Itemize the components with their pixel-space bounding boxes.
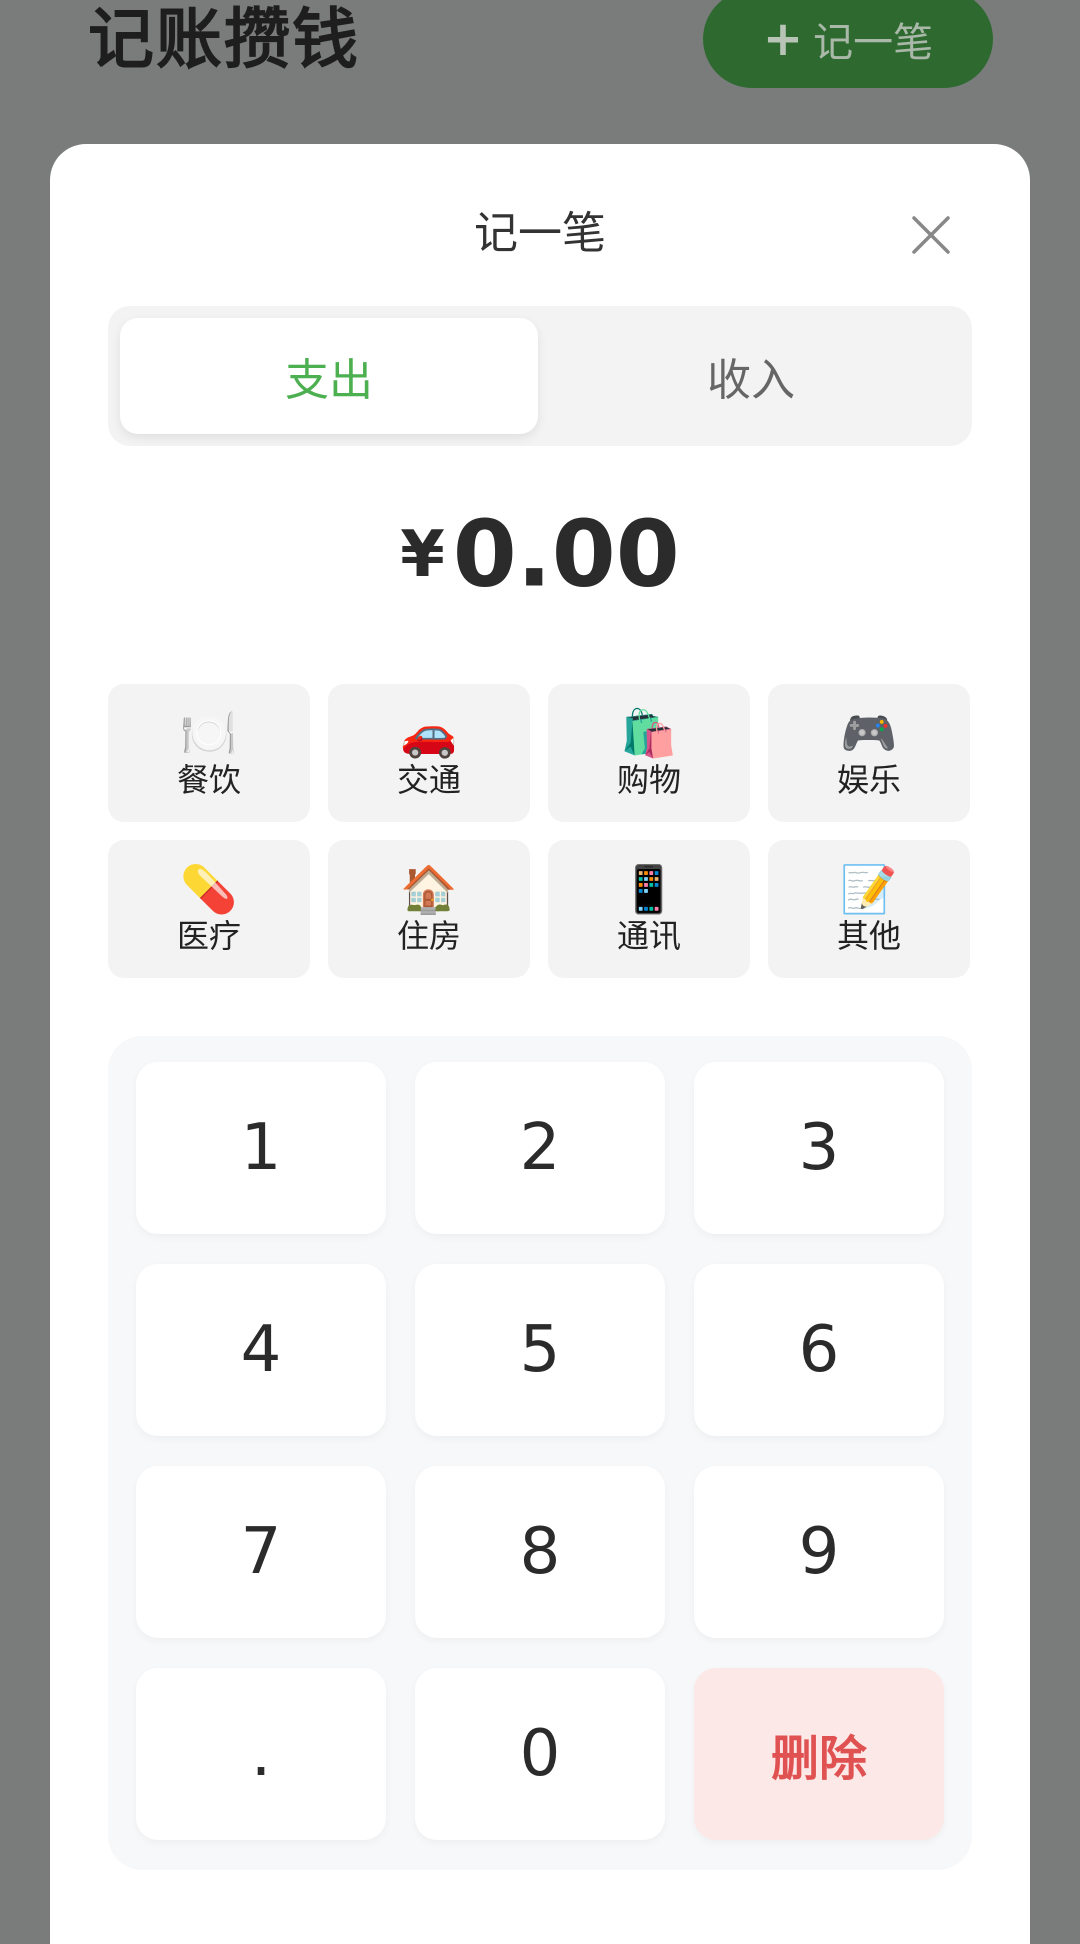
add-record-label: 记一笔 <box>813 20 934 66</box>
key-0[interactable]: 0 <box>415 1668 665 1840</box>
category-label: 其他 <box>836 917 901 955</box>
memo-icon: 📝 <box>840 862 898 916</box>
category-other[interactable]: 📝 其他 <box>768 840 970 978</box>
delete-button[interactable]: 删除 <box>694 1668 944 1840</box>
shopping-bags-icon: 🛍️ <box>620 706 678 760</box>
category-housing[interactable]: 🏠 住房 <box>328 840 530 978</box>
key-9[interactable]: 9 <box>694 1466 944 1638</box>
category-label: 购物 <box>616 761 681 799</box>
key-decimal[interactable]: . <box>136 1668 386 1840</box>
category-medical[interactable]: 💊 医疗 <box>108 840 310 978</box>
currency-symbol: ¥ <box>400 517 445 592</box>
key-3[interactable]: 3 <box>694 1062 944 1234</box>
sheet-title: 记一笔 <box>474 208 606 259</box>
key-6[interactable]: 6 <box>694 1264 944 1436</box>
key-2[interactable]: 2 <box>415 1062 665 1234</box>
key-1[interactable]: 1 <box>136 1062 386 1234</box>
key-7[interactable]: 7 <box>136 1466 386 1638</box>
key-4[interactable]: 4 <box>136 1264 386 1436</box>
dining-icon: 🍽️ <box>180 706 238 760</box>
category-transport[interactable]: 🚗 交通 <box>328 684 530 822</box>
house-icon: 🏠 <box>400 862 458 916</box>
app-title: 记账攒钱 <box>88 1 360 78</box>
category-label: 交通 <box>396 761 461 799</box>
category-shopping[interactable]: 🛍️ 购物 <box>548 684 750 822</box>
amount-display: ¥0.00 <box>50 494 1030 615</box>
close-icon <box>912 216 950 254</box>
add-record-sheet: 记一笔 支出 收入 ¥0.00 🍽️ 餐饮 🚗 交通 🛍️ 购物 🎮 娱乐 💊 … <box>50 144 1030 1944</box>
pill-icon: 💊 <box>180 862 238 916</box>
category-label: 医疗 <box>176 917 241 955</box>
game-controller-icon: 🎮 <box>840 706 898 760</box>
tab-expense[interactable]: 支出 <box>120 318 538 434</box>
car-icon: 🚗 <box>400 706 458 760</box>
category-entertainment[interactable]: 🎮 娱乐 <box>768 684 970 822</box>
close-button[interactable] <box>906 210 956 260</box>
amount-value: 0.00 <box>452 500 680 608</box>
type-segmented-control: 支出 收入 <box>108 306 972 446</box>
background-app-header: 记账攒钱 + 记一笔 <box>0 0 1080 140</box>
number-keypad: 1 2 3 4 5 6 7 8 9 . 0 删除 <box>108 1036 972 1870</box>
category-label: 住房 <box>396 917 461 955</box>
add-record-button[interactable]: + 记一笔 <box>703 0 993 88</box>
mobile-phone-icon: 📱 <box>620 862 678 916</box>
category-label: 餐饮 <box>176 761 241 799</box>
tab-income[interactable]: 收入 <box>542 318 960 434</box>
category-dining[interactable]: 🍽️ 餐饮 <box>108 684 310 822</box>
key-8[interactable]: 8 <box>415 1466 665 1638</box>
category-communication[interactable]: 📱 通讯 <box>548 840 750 978</box>
category-grid: 🍽️ 餐饮 🚗 交通 🛍️ 购物 🎮 娱乐 💊 医疗 🏠 住房 📱 通讯 📝 其… <box>108 684 976 978</box>
category-label: 通讯 <box>616 917 681 955</box>
plus-icon: + <box>762 11 804 67</box>
category-label: 娱乐 <box>836 761 901 799</box>
key-5[interactable]: 5 <box>415 1264 665 1436</box>
